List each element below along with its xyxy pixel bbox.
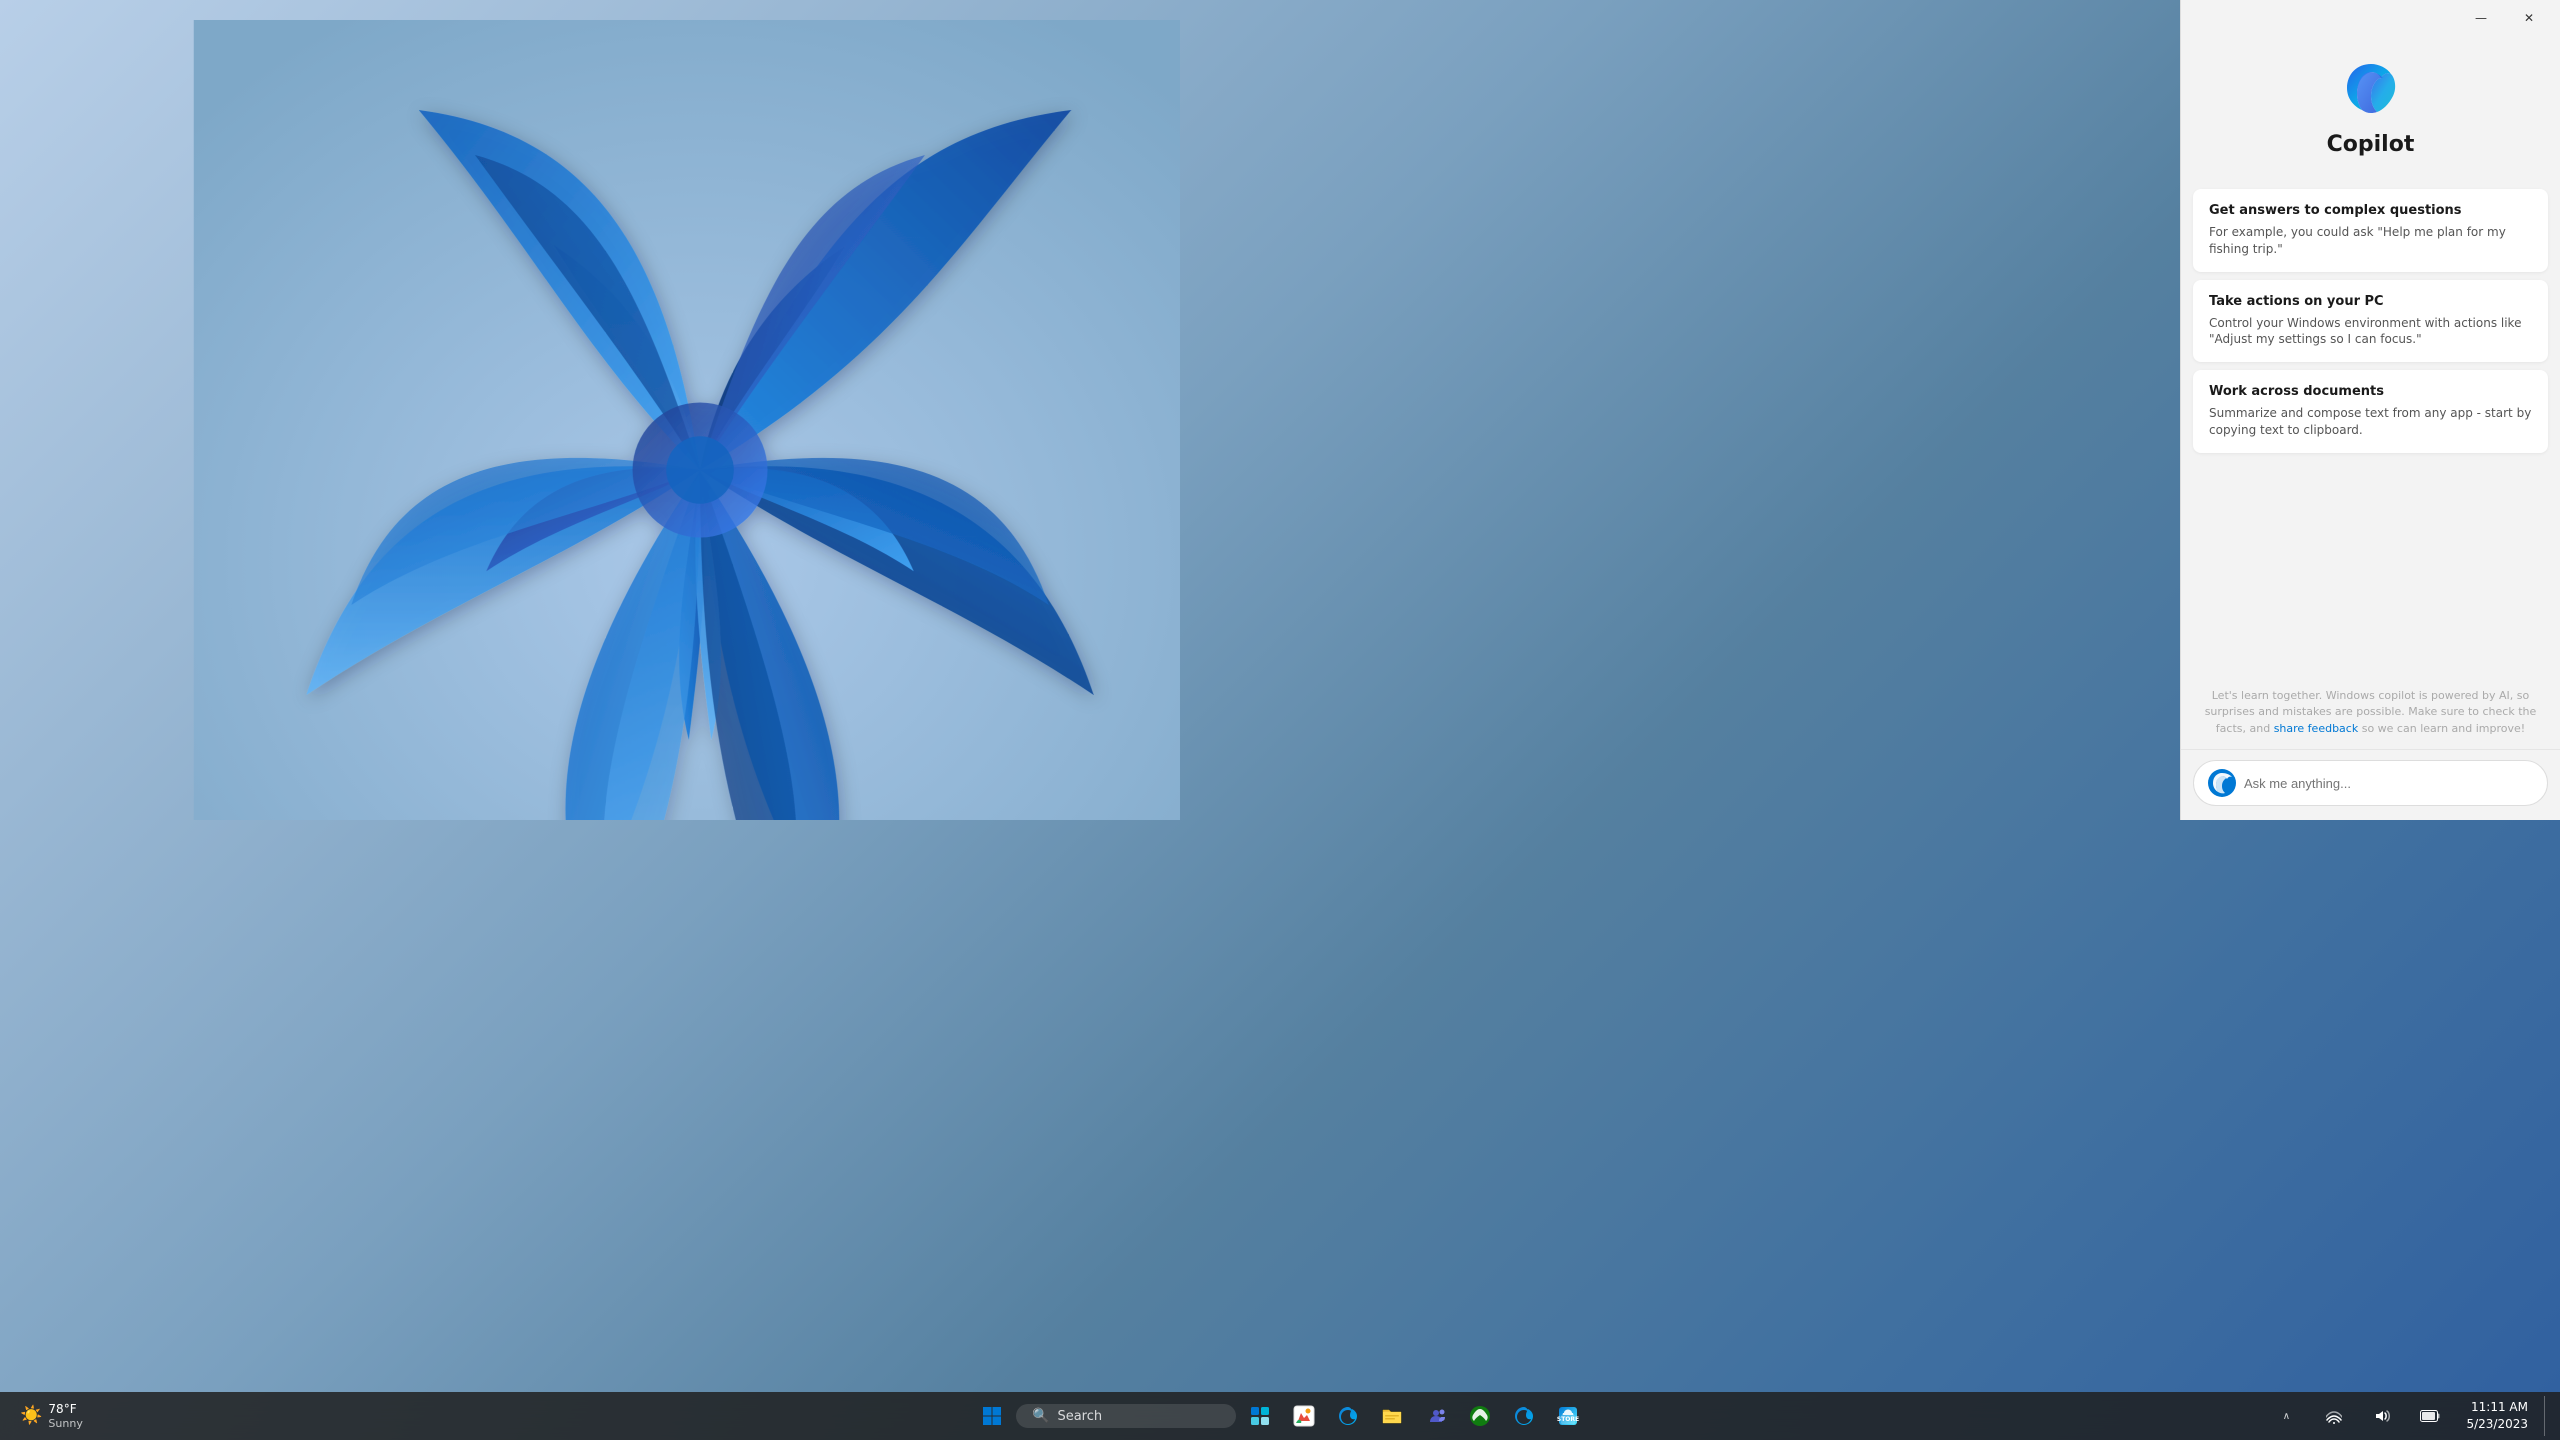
xbox-icon: [1469, 1405, 1491, 1427]
windows-logo-icon: [982, 1406, 1002, 1426]
start-button[interactable]: [972, 1396, 1012, 1436]
copilot-chat-input[interactable]: [2244, 776, 2533, 791]
sound-icon: [2374, 1408, 2390, 1424]
taskbar-app-teams[interactable]: [1416, 1396, 1456, 1436]
copilot-card-3-title: Work across documents: [2209, 384, 2532, 399]
taskbar-left: ☀️ 78°F Sunny: [12, 1398, 172, 1434]
taskbar-app-paint[interactable]: [1284, 1396, 1324, 1436]
search-bar[interactable]: 🔍 Search: [1016, 1404, 1236, 1428]
weather-text: 78°F Sunny: [48, 1402, 82, 1430]
copilot-card-1-desc: For example, you could ask "Help me plan…: [2209, 224, 2532, 258]
bloom-svg: [150, 20, 1180, 820]
widgets-icon: [1249, 1405, 1271, 1427]
store-icon: STORE: [1557, 1405, 1579, 1427]
copilot-card-1-title: Get answers to complex questions: [2209, 203, 2532, 218]
taskbar-center: 🔍 Search: [972, 1396, 1588, 1436]
copilot-card-2: Take actions on your PC Control your Win…: [2193, 280, 2548, 363]
disclaimer-suffix: so we can learn and improve!: [2362, 722, 2525, 735]
system-clock[interactable]: 11:11 AM 5/23/2023: [2458, 1395, 2536, 1437]
search-label: Search: [1057, 1409, 1102, 1424]
bloom-wallpaper: [0, 0, 1180, 820]
copilot-card-3: Work across documents Summarize and comp…: [2193, 370, 2548, 453]
teams-icon: [1425, 1405, 1447, 1427]
taskbar-app-xbox[interactable]: [1460, 1396, 1500, 1436]
copilot-logo-icon: [2339, 56, 2403, 120]
paint-icon: [1293, 1405, 1315, 1427]
taskbar-app-files[interactable]: [1372, 1396, 1412, 1436]
taskbar-app-edge[interactable]: [1328, 1396, 1368, 1436]
copilot-card-2-title: Take actions on your PC: [2209, 294, 2532, 309]
minimize-button[interactable]: —: [2458, 2, 2504, 34]
copilot-disclaimer: Let's learn together. Windows copilot is…: [2181, 676, 2560, 750]
close-button[interactable]: ✕: [2506, 2, 2552, 34]
copilot-cards: Get answers to complex questions For exa…: [2181, 181, 2560, 676]
clock-date: 5/23/2023: [2466, 1416, 2528, 1433]
taskbar-app-edge2[interactable]: [1504, 1396, 1544, 1436]
battery-button[interactable]: [2410, 1396, 2450, 1436]
copilot-card-1: Get answers to complex questions For exa…: [2193, 189, 2548, 272]
taskbar-app-store[interactable]: STORE: [1548, 1396, 1588, 1436]
battery-icon: [2420, 1410, 2440, 1422]
copilot-card-3-desc: Summarize and compose text from any app …: [2209, 405, 2532, 439]
share-feedback-link[interactable]: share feedback: [2274, 722, 2359, 735]
search-icon: 🔍: [1032, 1408, 1049, 1424]
copilot-titlebar: — ✕: [2181, 0, 2560, 36]
taskbar-right: ∧: [2266, 1395, 2548, 1437]
weather-condition: Sunny: [48, 1417, 82, 1430]
copilot-header: Copilot: [2181, 36, 2560, 181]
clock-time: 11:11 AM: [2471, 1399, 2528, 1416]
weather-widget[interactable]: ☀️ 78°F Sunny: [12, 1398, 91, 1434]
sound-button[interactable]: [2362, 1396, 2402, 1436]
edge-icon: [1337, 1405, 1359, 1427]
copilot-title: Copilot: [2327, 132, 2415, 157]
taskbar: ☀️ 78°F Sunny 🔍 Search: [0, 1392, 2560, 1440]
copilot-input-row[interactable]: [2193, 760, 2548, 806]
network-button[interactable]: [2314, 1396, 2354, 1436]
copilot-panel: — ✕ Copilot: [2180, 0, 2560, 820]
copilot-card-2-desc: Control your Windows environment with ac…: [2209, 315, 2532, 349]
weather-temp: 78°F: [48, 1402, 82, 1416]
svg-text:STORE: STORE: [1557, 1416, 1579, 1423]
copilot-avatar-small-icon: [2208, 769, 2236, 797]
copilot-input-area: [2181, 749, 2560, 820]
edge2-icon: [1513, 1405, 1535, 1427]
weather-icon: ☀️: [20, 1405, 42, 1426]
widgets-button[interactable]: [1240, 1396, 1280, 1436]
network-icon: [2326, 1408, 2342, 1424]
file-explorer-icon: [1381, 1405, 1403, 1427]
show-desktop-button[interactable]: [2544, 1396, 2548, 1436]
show-hidden-icons-button[interactable]: ∧: [2266, 1396, 2306, 1436]
desktop: [0, 0, 2560, 1440]
